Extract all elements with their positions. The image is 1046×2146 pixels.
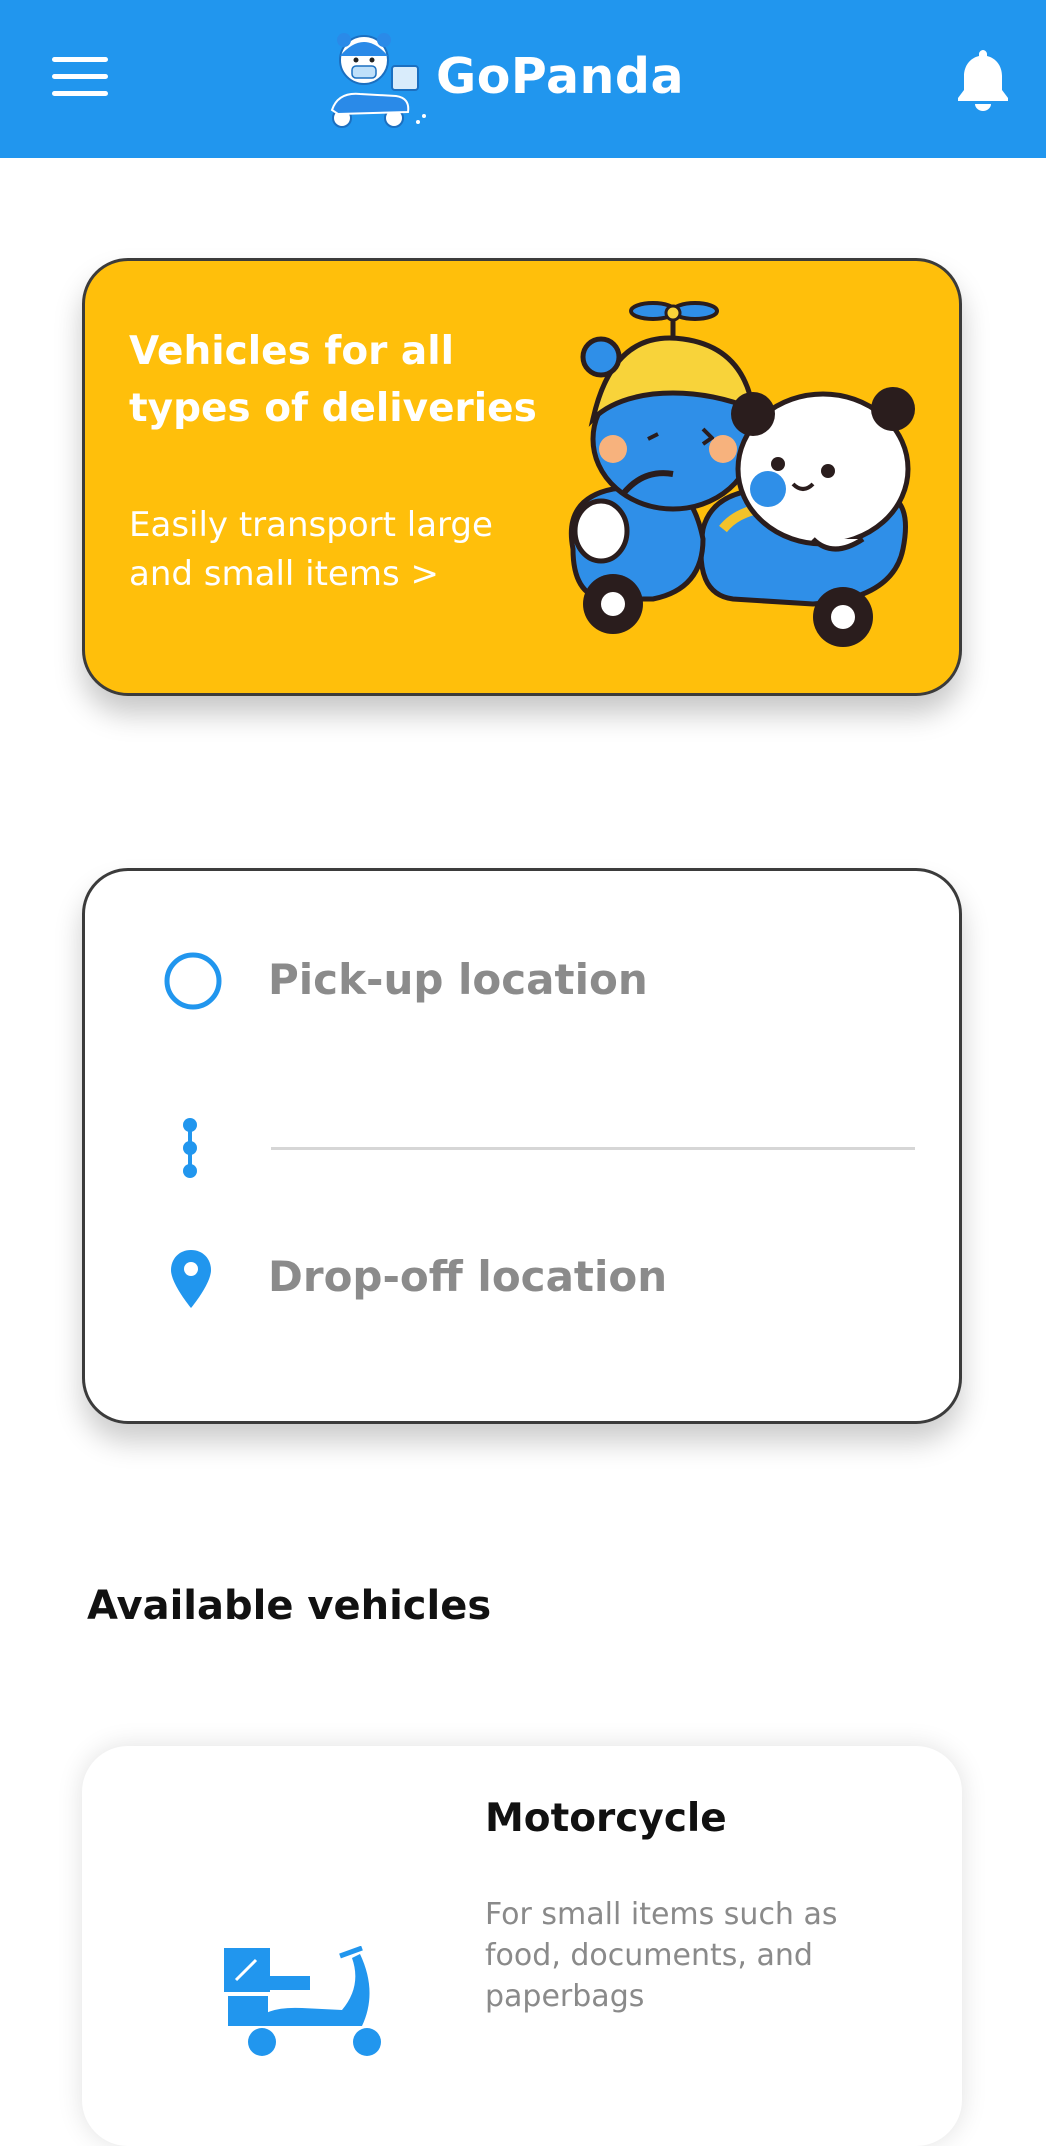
route-dots-icon: [183, 1118, 197, 1178]
pickup-location-input[interactable]: Pick-up location: [268, 955, 648, 1005]
panda-scooter-illustration: [568, 301, 915, 647]
dropoff-location-input[interactable]: Drop-off location: [268, 1252, 667, 1302]
vehicle-card-motorcycle[interactable]: Motorcycle For small items such as food,…: [82, 1746, 962, 2146]
hamburger-menu-icon[interactable]: [52, 55, 108, 97]
location-pin-icon: [171, 1250, 211, 1308]
vehicle-description: For small items such as food, documents,…: [485, 1897, 838, 2014]
promo-banner[interactable]: Vehicles for all types of deliveries Eas…: [82, 258, 962, 696]
gopanda-logo: [330, 33, 426, 128]
circle-outline-icon: [164, 952, 222, 1010]
promo-subtitle-link[interactable]: Easily transport large and small items >: [129, 501, 549, 599]
location-divider: [271, 1147, 915, 1150]
delivery-scooter-icon: [224, 1946, 381, 2056]
bell-icon[interactable]: [954, 46, 1012, 112]
vehicle-name: Motorcycle: [485, 1796, 727, 1841]
promo-title: Vehicles for all types of deliveries: [129, 329, 537, 431]
route-card: Pick-up location Drop-off location: [82, 868, 962, 1424]
available-vehicles-heading: Available vehicles: [87, 1583, 492, 1629]
brand-name: GoPanda: [436, 48, 685, 105]
app-header: GoPanda: [0, 0, 1046, 158]
